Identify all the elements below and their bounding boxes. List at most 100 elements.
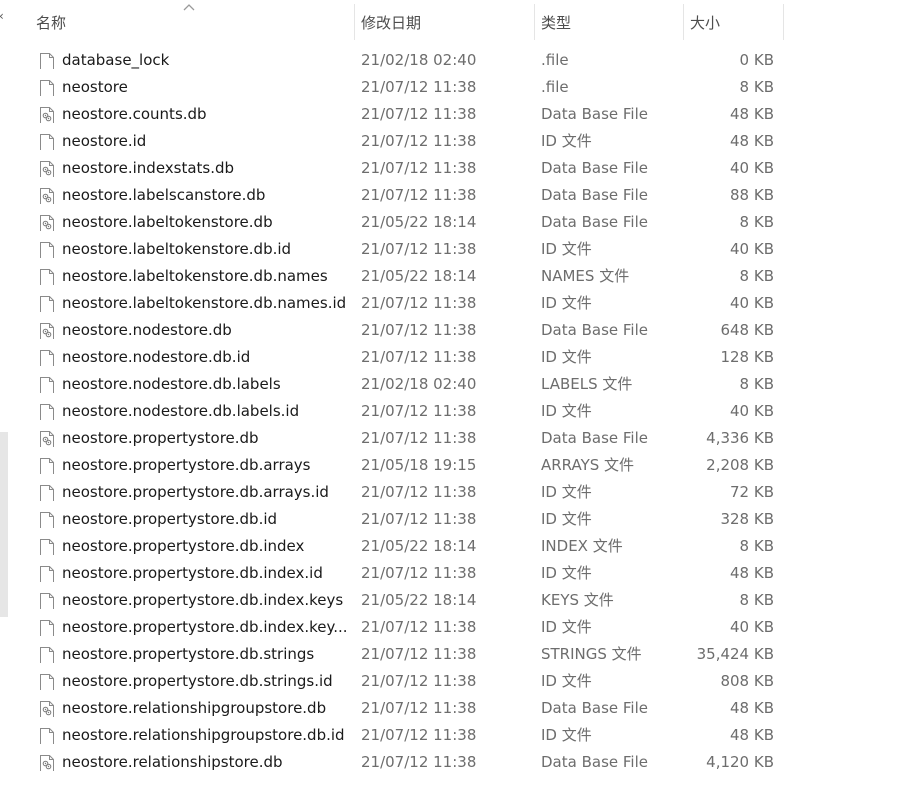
database-file-icon (40, 187, 54, 204)
file-row[interactable]: neostore.propertystore.db.strings 21/07/1… (0, 641, 917, 668)
file-type: Data Base File (541, 699, 648, 717)
file-name: neostore.nodestore.db.labels.id (62, 402, 300, 420)
file-row[interactable]: neostore.propertystore.db 21/07/12 11:38 D… (0, 425, 917, 452)
file-modified-date: 21/07/12 11:38 (361, 132, 477, 150)
file-type: .file (541, 51, 569, 69)
file-row[interactable]: neostore.propertystore.db.index.key... 21… (0, 614, 917, 641)
file-size: 328 KB (720, 510, 774, 528)
file-modified-date: 21/07/12 11:38 (361, 726, 477, 744)
file-name: neostore.nodestore.db.labels (62, 375, 281, 393)
file-row[interactable]: neostore.propertystore.db.index.keys 21/0… (0, 587, 917, 614)
file-row[interactable]: neostore.propertystore.db.arrays 21/05/18… (0, 452, 917, 479)
column-header-bar: 名称 修改日期 类型 大小 (0, 0, 917, 44)
file-size: 128 KB (720, 348, 774, 366)
file-type: ID 文件 (541, 132, 592, 150)
file-type: STRINGS 文件 (541, 645, 642, 663)
file-row[interactable]: neostore.propertystore.db.index 21/05/22 … (0, 533, 917, 560)
file-size: 4,120 KB (706, 753, 774, 771)
file-modified-date: 21/07/12 11:38 (361, 618, 477, 636)
blank-file-icon (40, 133, 54, 150)
file-row[interactable]: neostore.propertystore.db.id 21/07/12 11:… (0, 506, 917, 533)
file-modified-date: 21/07/12 11:38 (361, 159, 477, 177)
file-modified-date: 21/07/12 11:38 (361, 429, 477, 447)
blank-file-icon (40, 376, 54, 393)
file-size: 48 KB (730, 105, 774, 123)
file-size: 40 KB (730, 240, 774, 258)
file-size: 48 KB (730, 726, 774, 744)
file-name: database_lock (62, 51, 170, 69)
blank-file-icon (40, 592, 54, 609)
file-row[interactable]: neostore.relationshipgroupstore.db 21/07/… (0, 695, 917, 722)
file-type: ID 文件 (541, 672, 592, 690)
file-row[interactable]: neostore 21/07/12 11:38 .file 8 KB (0, 74, 917, 101)
blank-file-icon (40, 403, 54, 420)
file-row[interactable]: neostore.labeltokenstore.db.names 21/05/2… (0, 263, 917, 290)
file-row[interactable]: neostore.propertystore.db.arrays.id 21/07… (0, 479, 917, 506)
file-size: 48 KB (730, 699, 774, 717)
file-size: 72 KB (730, 483, 774, 501)
file-row[interactable]: neostore.labeltokenstore.db 21/05/22 18:1… (0, 209, 917, 236)
blank-file-icon (40, 619, 54, 636)
file-row[interactable]: neostore.labeltokenstore.db.names.id 21/0… (0, 290, 917, 317)
file-type: ID 文件 (541, 510, 592, 528)
file-type: Data Base File (541, 186, 648, 204)
file-name: neostore.propertystore.db.index.id (62, 564, 323, 582)
file-type: Data Base File (541, 213, 648, 231)
file-row[interactable]: neostore.relationshipstore.db 21/07/12 11… (0, 749, 917, 776)
file-size: 88 KB (730, 186, 774, 204)
file-name: neostore.propertystore.db.index (62, 537, 305, 555)
blank-file-icon (40, 538, 54, 555)
file-modified-date: 21/07/12 11:38 (361, 105, 477, 123)
blank-file-icon (40, 673, 54, 690)
file-row[interactable]: neostore.nodestore.db 21/07/12 11:38 Data … (0, 317, 917, 344)
file-modified-date: 21/07/12 11:38 (361, 321, 477, 339)
file-name: neostore.propertystore.db.arrays (62, 456, 311, 474)
file-name: neostore.relationshipstore.db (62, 753, 283, 771)
file-type: Data Base File (541, 159, 648, 177)
column-header-type[interactable]: 类型 (534, 0, 683, 44)
file-type: INDEX 文件 (541, 537, 623, 555)
column-header-name[interactable]: 名称 (29, 0, 354, 44)
file-name: neostore.labelscanstore.db (62, 186, 266, 204)
file-row[interactable]: neostore.propertystore.db.index.id 21/07/… (0, 560, 917, 587)
file-size: 8 KB (739, 267, 774, 285)
file-row[interactable]: neostore.relationshipgroupstore.db.id 21/… (0, 722, 917, 749)
file-type: KEYS 文件 (541, 591, 614, 609)
file-row[interactable]: neostore.labelscanstore.db 21/07/12 11:38… (0, 182, 917, 209)
file-modified-date: 21/07/12 11:38 (361, 240, 477, 258)
file-name: neostore.id (62, 132, 147, 150)
column-header-size[interactable]: 大小 (683, 0, 783, 44)
file-name: neostore.propertystore.db.strings (62, 645, 315, 663)
blank-file-icon (40, 349, 54, 366)
column-divider[interactable] (783, 4, 784, 40)
file-modified-date: 21/05/22 18:14 (361, 537, 477, 555)
file-row[interactable]: database_lock 21/02/18 02:40 .file 0 KB (0, 47, 917, 74)
file-modified-date: 21/07/12 11:38 (361, 564, 477, 582)
file-name: neostore.nodestore.db.id (62, 348, 251, 366)
column-header-date[interactable]: 修改日期 (354, 0, 534, 44)
blank-file-icon (40, 727, 54, 744)
file-row[interactable]: neostore.counts.db 21/07/12 11:38 Data Bas… (0, 101, 917, 128)
file-name: neostore.relationshipgroupstore.db (62, 699, 327, 717)
file-size: 40 KB (730, 294, 774, 312)
file-row[interactable]: neostore.id 21/07/12 11:38 ID 文件 48 KB (0, 128, 917, 155)
database-file-icon (40, 160, 54, 177)
file-row[interactable]: neostore.propertystore.db.strings.id 21/0… (0, 668, 917, 695)
file-size: 8 KB (739, 375, 774, 393)
file-row[interactable]: neostore.nodestore.db.id 21/07/12 11:38 ID… (0, 344, 917, 371)
file-modified-date: 21/07/12 11:38 (361, 186, 477, 204)
file-row[interactable]: neostore.nodestore.db.labels.id 21/07/12 … (0, 398, 917, 425)
file-type: .file (541, 78, 569, 96)
database-file-icon (40, 106, 54, 123)
file-row[interactable]: neostore.indexstats.db 21/07/12 11:38 Data… (0, 155, 917, 182)
file-modified-date: 21/07/12 11:38 (361, 699, 477, 717)
blank-file-icon (40, 646, 54, 663)
file-name: neostore.relationshipgroupstore.db.id (62, 726, 345, 744)
blank-file-icon (40, 52, 54, 69)
file-row[interactable]: neostore.labeltokenstore.db.id 21/07/12 1… (0, 236, 917, 263)
file-row[interactable]: neostore.nodestore.db.labels 21/02/18 02:… (0, 371, 917, 398)
file-modified-date: 21/05/22 18:14 (361, 213, 477, 231)
file-modified-date: 21/02/18 02:40 (361, 375, 477, 393)
file-name: neostore.labeltokenstore.db.names (62, 267, 328, 285)
file-size: 35,424 KB (696, 645, 774, 663)
